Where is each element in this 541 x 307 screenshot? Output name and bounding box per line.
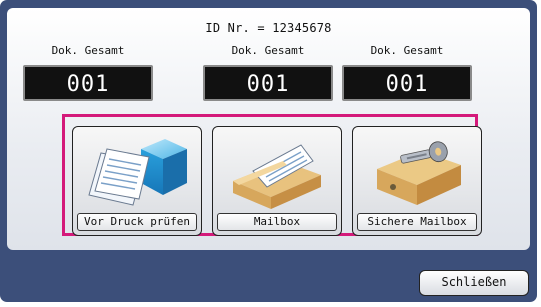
counter-3: Dok. Gesamt 001 [337, 43, 477, 101]
mailbox-label: Mailbox [217, 213, 337, 231]
counter-label: Dok. Gesamt [370, 44, 444, 57]
counter-value: 001 [203, 65, 333, 101]
mailbox-button[interactable]: Mailbox [212, 126, 342, 236]
preview-print-button[interactable]: Vor Druck prüfen [72, 126, 202, 236]
counter-value: 001 [342, 65, 472, 101]
counter-1: Dok. Gesamt 001 [18, 43, 158, 101]
close-button[interactable]: Schließen [419, 270, 529, 296]
secure-mailbox-button[interactable]: Sichere Mailbox [352, 126, 482, 236]
id-number-text: ID Nr. = 12345678 [205, 21, 332, 35]
mailbox-tray-icon [233, 144, 321, 209]
preview-print-label: Vor Druck prüfen [77, 213, 197, 231]
counter-2: Dok. Gesamt 001 [198, 43, 338, 101]
dialog-screen: ID Nr. = 12345678 Dok. Gesamt 001 Dok. G… [0, 0, 537, 302]
preview-documents-icon [88, 139, 187, 206]
counter-label: Dok. Gesamt [51, 44, 125, 57]
counter-value: 001 [23, 65, 153, 101]
secure-mailbox-label: Sichere Mailbox [357, 213, 477, 231]
secure-mailbox-key-icon [377, 141, 461, 205]
counter-label: Dok. Gesamt [231, 44, 305, 57]
